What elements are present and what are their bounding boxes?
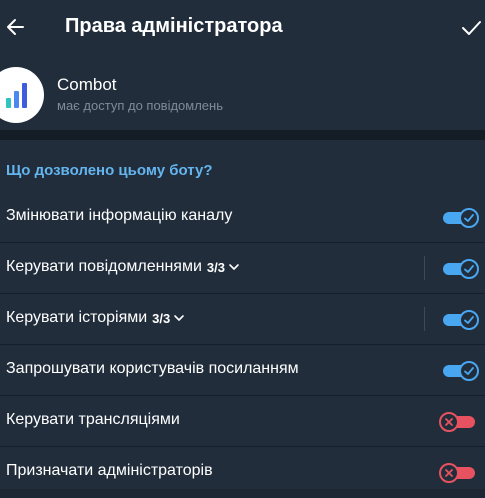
permission-count: 3/3 (206, 259, 225, 275)
permission-label-group: Керувати трансляціями (6, 411, 180, 429)
chevron-down-icon[interactable] (173, 312, 185, 324)
section-divider (0, 130, 485, 140)
section-title: Що дозволено цьому боту? (6, 162, 213, 179)
confirm-button[interactable] (457, 14, 485, 42)
toggle-switch-on[interactable] (443, 310, 479, 330)
permission-label-group: Призначати адміністраторів (6, 462, 213, 480)
permission-row[interactable]: Керувати трансляціями (0, 396, 485, 447)
permission-label: Запрошувати користувачів посиланням (6, 360, 299, 377)
toggle-switch-on[interactable] (443, 361, 479, 381)
vertical-separator (424, 307, 425, 331)
avatar (0, 67, 44, 123)
permission-row[interactable]: Керувати історіями 3/3 (0, 294, 485, 345)
permission-label-group: Змінювати інформацію каналу (6, 207, 232, 225)
permission-row[interactable]: Призначати адміністраторів (0, 447, 485, 498)
permission-label: Призначати адміністраторів (6, 462, 213, 479)
toggle-switch-on[interactable] (443, 208, 479, 228)
check-icon (459, 310, 479, 330)
cross-icon (439, 412, 459, 432)
toggle-switch-on[interactable] (443, 259, 479, 279)
permission-label-group: Запрошувати користувачів посиланням (6, 360, 299, 378)
page-title: Права адміністратора (65, 15, 283, 37)
permission-label: Керувати трансляціями (6, 411, 180, 428)
bar-chart-logo (6, 83, 27, 108)
toggle-switch-off[interactable] (439, 412, 477, 432)
permission-label-group: Керувати повідомленнями 3/3 (6, 258, 240, 276)
permissions-section: Що дозволено цьому боту? Змінювати інфор… (0, 140, 485, 489)
permission-label: Керувати повідомленнями (6, 258, 202, 275)
check-icon (459, 208, 479, 228)
back-button[interactable] (2, 12, 28, 42)
permission-count: 3/3 (152, 310, 171, 326)
app-header: Права адміністратора (0, 0, 485, 56)
permission-row[interactable]: Запрошувати користувачів посиланням (0, 345, 485, 396)
cross-icon (439, 463, 459, 483)
vertical-separator (424, 256, 425, 280)
bot-name: Combot (57, 75, 117, 94)
permission-label: Змінювати інформацію каналу (6, 207, 233, 224)
checkmark-icon (462, 21, 481, 35)
check-icon (459, 259, 479, 279)
bot-status: має доступ до повідомлень (57, 98, 223, 113)
check-icon (459, 361, 479, 381)
permission-row[interactable]: Керувати повідомленнями 3/3 (0, 243, 485, 294)
permission-label-group: Керувати історіями 3/3 (6, 309, 185, 327)
permission-row[interactable]: Змінювати інформацію каналу (0, 192, 485, 243)
toggle-switch-off[interactable] (439, 463, 477, 483)
bot-card[interactable]: Combot має доступ до повідомлень (0, 56, 485, 130)
permission-label: Керувати історіями (6, 309, 148, 326)
chevron-down-icon[interactable] (228, 261, 240, 273)
arrow-left-icon (7, 19, 24, 35)
